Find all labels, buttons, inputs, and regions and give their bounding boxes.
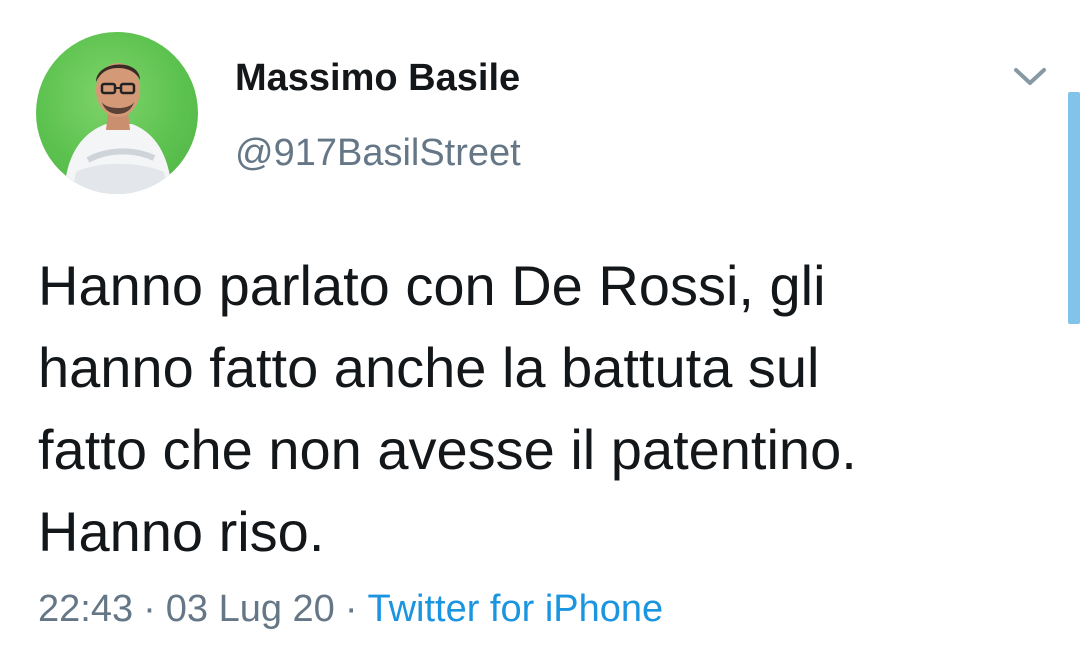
tweet-date[interactable]: 03 Lug 20 — [166, 588, 335, 630]
meta-separator: · — [344, 588, 358, 630]
display-name[interactable]: Massimo Basile — [235, 55, 520, 101]
tweet-text: Hanno parlato con De Rossi, gli hanno fa… — [38, 254, 857, 563]
avatar-portrait-icon — [64, 63, 172, 194]
user-handle[interactable]: @917BasilStreet — [235, 130, 521, 176]
avatar[interactable] — [36, 32, 198, 194]
scrollbar[interactable] — [1068, 92, 1080, 324]
tweet-card: Massimo Basile @917BasilStreet Hanno par… — [0, 0, 1080, 661]
tweet-source-link[interactable]: Twitter for iPhone — [367, 588, 663, 630]
chevron-down-icon[interactable] — [1010, 62, 1050, 90]
tweet-meta: 22:43 · 03 Lug 20 · Twitter for iPhone — [38, 585, 663, 633]
tweet-time[interactable]: 22:43 — [38, 588, 133, 630]
meta-separator: · — [143, 588, 156, 630]
